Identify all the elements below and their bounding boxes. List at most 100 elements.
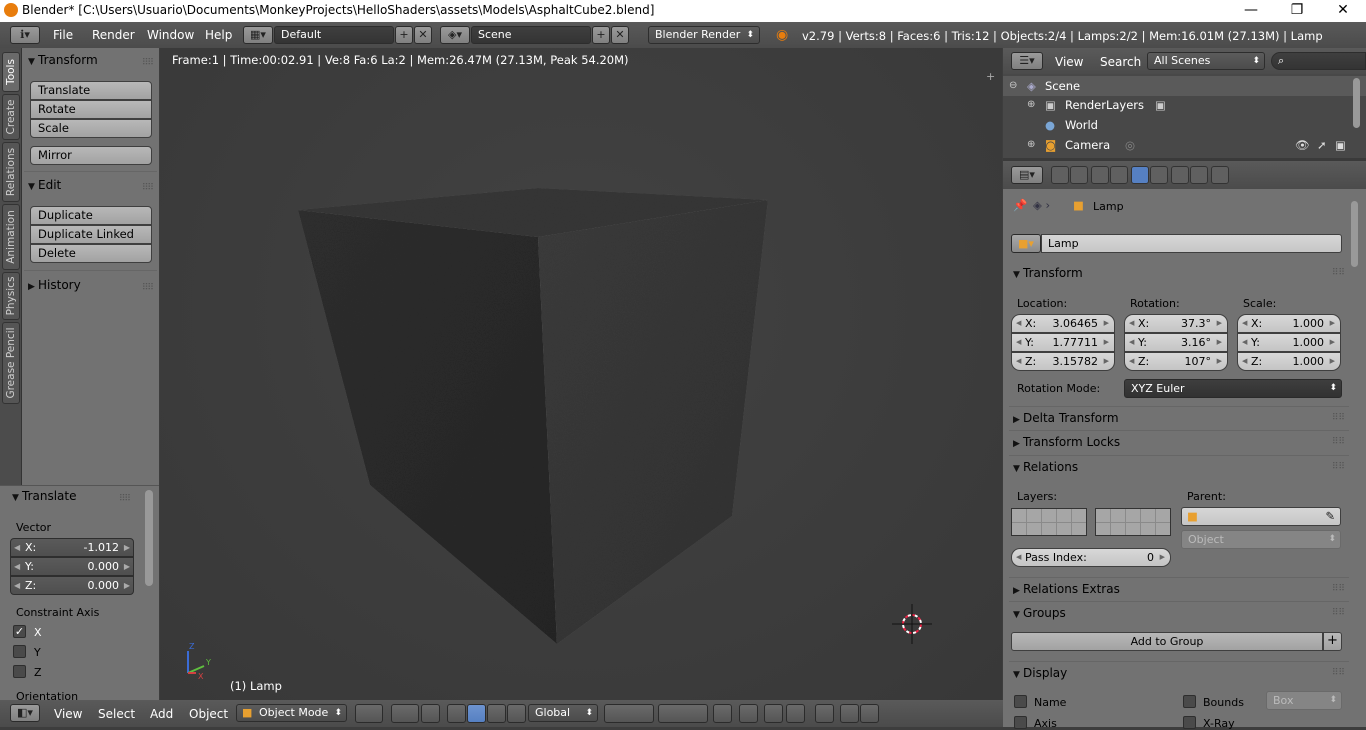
drag-handle-icon[interactable]: ⠿⠿	[1332, 578, 1345, 600]
remove-layout-icon[interactable]: ✕	[414, 26, 432, 44]
opengl-render-icon[interactable]	[840, 704, 859, 723]
pass-index-field[interactable]: ◀ Pass Index: 0 ▶	[1011, 548, 1171, 567]
outliner-search-input[interactable]: ⌕	[1271, 52, 1366, 70]
tab-texture-icon[interactable]	[1211, 166, 1229, 184]
outliner-scrollbar[interactable]	[1353, 78, 1360, 128]
layers-grid-left[interactable]	[1011, 508, 1087, 536]
menu-file[interactable]: File	[53, 28, 73, 42]
collapse-icon[interactable]: ⊖	[1009, 76, 1017, 96]
add-group-plus-icon[interactable]: +	[1323, 632, 1342, 651]
mode-select[interactable]: ■ Object Mode ⬍	[236, 704, 347, 722]
renderable-camera-icon[interactable]: ▣	[1335, 135, 1346, 155]
constraint-x-checkbox[interactable]: ✓	[13, 625, 26, 638]
drag-handle-icon[interactable]: ⠿⠿	[142, 53, 154, 73]
duplicate-linked-button[interactable]: Duplicate Linked	[30, 225, 152, 244]
location-y-field[interactable]: ◀ Y: 1.77711 ▶	[1011, 333, 1115, 352]
tab-animation[interactable]: Animation	[2, 204, 20, 270]
display-bounds-checkbox[interactable]	[1183, 695, 1196, 708]
relations-header[interactable]: ▼ Relations ⠿⠿	[1009, 455, 1349, 477]
snap-target-icon[interactable]	[815, 704, 834, 723]
rotation-mode-select[interactable]: XYZ Euler ⬍	[1124, 379, 1342, 398]
scene-icon[interactable]: ◈▾	[440, 26, 470, 44]
tab-scene-icon[interactable]	[1091, 166, 1109, 184]
scale-z-field[interactable]: ◀ Z: 1.000 ▶	[1237, 352, 1341, 371]
manipulator-extra-icon[interactable]	[507, 704, 526, 723]
snap-toggle-icon[interactable]	[764, 704, 783, 723]
snap-element-icon[interactable]	[786, 704, 805, 723]
history-panel-header[interactable]: ▶ History ⠿⠿	[22, 275, 159, 295]
delete-button[interactable]: Delete	[30, 244, 152, 263]
drag-handle-icon[interactable]: ⠿⠿	[1332, 602, 1345, 624]
menu-render[interactable]: Render	[92, 28, 135, 42]
drag-handle-icon[interactable]: ⠿⠿	[1332, 456, 1345, 478]
mirror-button[interactable]: Mirror	[30, 146, 152, 165]
vector-y-field[interactable]: ◀ Y: 0.000 ▶	[10, 557, 134, 576]
parent-type-select[interactable]: Object ⬍	[1181, 530, 1341, 549]
constraint-z-checkbox[interactable]	[13, 665, 26, 678]
outliner-menu-view[interactable]: View	[1055, 55, 1083, 69]
maximize-button[interactable]: ❐	[1274, 0, 1320, 22]
tab-material-icon[interactable]	[1190, 166, 1208, 184]
operator-scrollbar[interactable]	[145, 490, 153, 586]
edit-panel-header[interactable]: ▼ Edit ⠿⠿	[22, 175, 159, 195]
menu-object[interactable]: Object	[189, 707, 228, 721]
rotation-z-field[interactable]: ◀ Z: 107° ▶	[1124, 352, 1228, 371]
operator-panel-header[interactable]: ▼ Translate ⠿⠿	[6, 486, 136, 506]
visibility-eye-icon[interactable]: 👁	[1295, 135, 1310, 155]
screen-layout-field[interactable]: Default	[274, 26, 394, 44]
3d-cursor-icon[interactable]	[892, 604, 932, 644]
drag-handle-icon[interactable]: ⠿⠿	[1332, 407, 1345, 429]
tab-data-icon[interactable]	[1171, 166, 1189, 184]
outliner-row-scene[interactable]: ⊖ ◈ Scene	[1003, 76, 1366, 96]
tab-renderlayers-icon[interactable]	[1070, 166, 1088, 184]
tab-relations[interactable]: Relations	[2, 142, 20, 202]
bounds-type-select[interactable]: Box ⬍	[1266, 691, 1342, 710]
display-xray-checkbox[interactable]	[1183, 716, 1196, 729]
tab-grease-pencil[interactable]: Grease Pencil	[2, 322, 20, 404]
object-name-input[interactable]: Lamp	[1041, 234, 1342, 253]
properties-scrollbar[interactable]	[1351, 201, 1358, 267]
proportional-edit-icon[interactable]	[739, 704, 758, 723]
drag-handle-icon[interactable]: ⠿⠿	[142, 278, 154, 298]
rotate-button[interactable]: Rotate	[30, 100, 152, 119]
tab-tools[interactable]: Tools	[2, 52, 20, 92]
menu-add[interactable]: Add	[150, 707, 173, 721]
scale-button[interactable]: Scale	[30, 119, 152, 138]
scale-manipulator-icon[interactable]	[487, 704, 506, 723]
expand-icon[interactable]: ⊕	[1027, 135, 1035, 155]
add-layout-icon[interactable]: +	[395, 26, 413, 44]
screen-layout-icon[interactable]: ▦▾	[243, 26, 273, 44]
translate-manipulator-icon[interactable]	[447, 704, 466, 723]
3d-viewport[interactable]: Frame:1 | Time:00:02.91 | Ve:8 Fa:6 La:2…	[160, 48, 1002, 700]
drag-handle-icon[interactable]: ⠿⠿	[1332, 662, 1345, 684]
editor-type-info-icon[interactable]: ℹ▾	[10, 26, 40, 44]
selectable-cursor-icon[interactable]: ➚	[1317, 135, 1327, 155]
editor-type-3dview-icon[interactable]: ◧▾	[10, 704, 40, 722]
scene-field[interactable]: Scene	[471, 26, 591, 44]
opengl-anim-icon[interactable]	[860, 704, 879, 723]
lock-camera-icon[interactable]	[713, 704, 732, 723]
outliner-menu-search[interactable]: Search	[1100, 55, 1141, 69]
scale-x-field[interactable]: ◀ X: 1.000 ▶	[1237, 314, 1341, 333]
duplicate-button[interactable]: Duplicate	[30, 206, 152, 225]
eyedropper-icon[interactable]: ✎	[1325, 509, 1335, 523]
tab-physics[interactable]: Physics	[2, 272, 20, 320]
vector-z-field[interactable]: ◀ Z: 0.000 ▶	[10, 576, 134, 595]
constraint-y-checkbox[interactable]	[13, 645, 26, 658]
asphalt-cube-render[interactable]: Z Y X	[160, 48, 1002, 700]
drag-handle-icon[interactable]: ⠿⠿	[142, 178, 154, 198]
pivot-point-icon[interactable]	[391, 704, 419, 723]
tab-create[interactable]: Create	[2, 94, 20, 140]
viewport-shading-icon[interactable]	[355, 704, 383, 723]
layers-grid-a[interactable]	[604, 704, 654, 723]
tab-constraints-icon[interactable]	[1150, 166, 1168, 184]
menu-select[interactable]: Select	[98, 707, 135, 721]
layers-grid-b[interactable]	[658, 704, 708, 723]
layers-grid-right[interactable]	[1095, 508, 1171, 536]
translate-button[interactable]: Translate	[30, 81, 152, 100]
delta-transform-header[interactable]: ▶ Delta Transform ⠿⠿	[1009, 406, 1349, 428]
render-engine-select[interactable]: Blender Render ⬍	[648, 26, 760, 44]
editor-type-properties-icon[interactable]: ▤▾	[1011, 166, 1043, 184]
relations-extras-header[interactable]: ▶ Relations Extras ⠿⠿	[1009, 577, 1349, 599]
rotate-manipulator-icon[interactable]	[467, 704, 486, 723]
